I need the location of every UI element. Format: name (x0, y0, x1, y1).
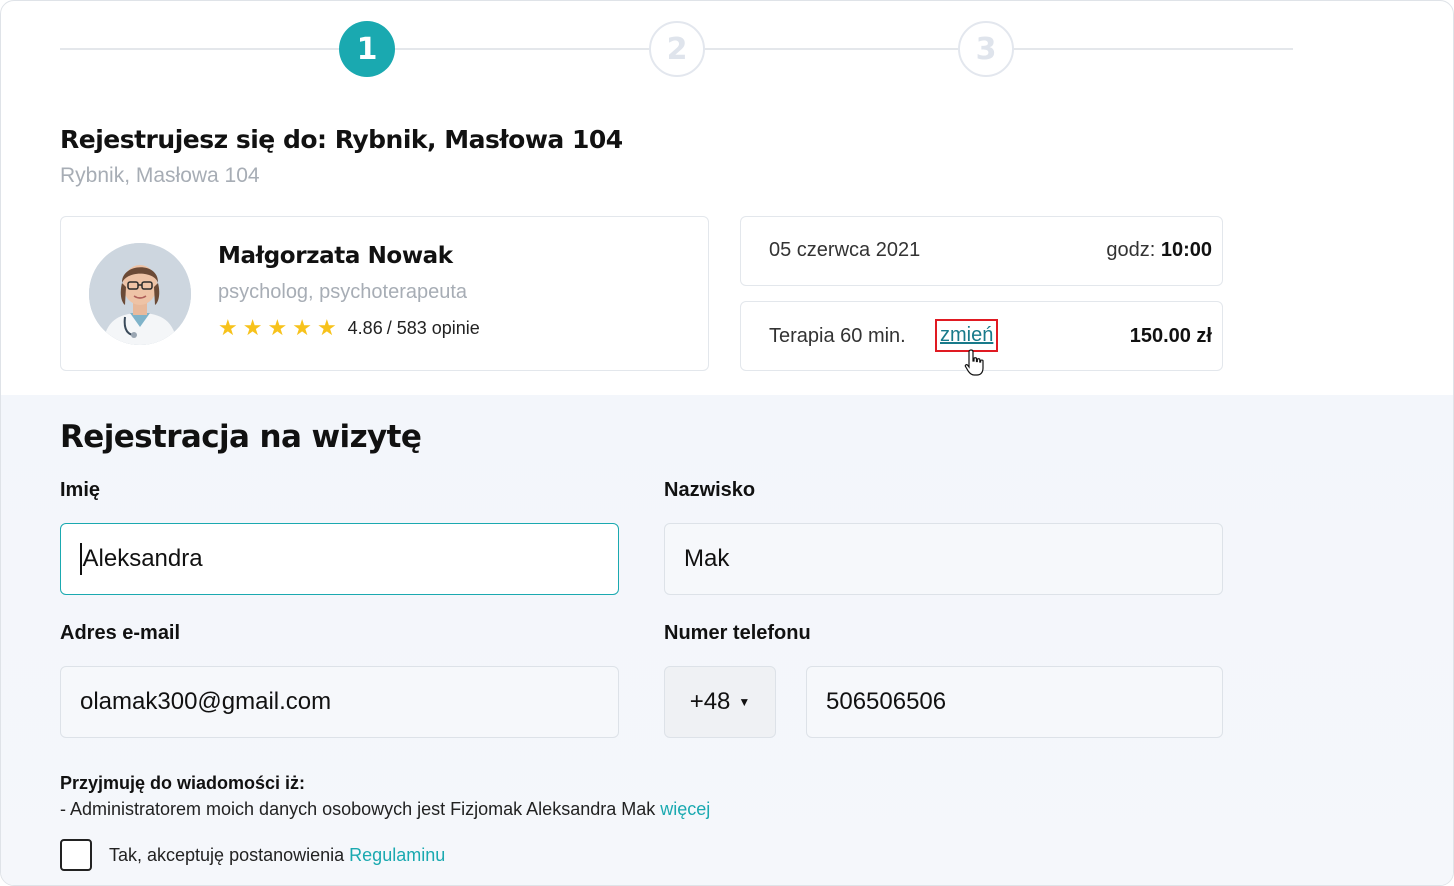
doctor-card: Małgorzata Nowak psycholog, psychoterape… (60, 216, 709, 371)
doctor-avatar (89, 243, 191, 345)
phone-input[interactable]: 506506506 (806, 666, 1223, 738)
star-icon: ★ (242, 315, 263, 340)
registration-form-section: Rejestracja na wizytę Imię Aleksandra Na… (1, 395, 1453, 885)
text-caret (80, 543, 82, 575)
last-name-input[interactable]: Mak (664, 523, 1223, 595)
time-value: 10:00 (1160, 239, 1212, 261)
first-name-input[interactable]: Aleksandra (60, 523, 619, 595)
step-1: 1 (339, 21, 395, 77)
terms-checkbox[interactable] (60, 839, 92, 871)
progress-stepper: 1 2 3 (60, 21, 1293, 77)
more-link[interactable]: więcej (660, 799, 710, 819)
phone-prefix-select[interactable]: +48 ▼ (664, 666, 776, 738)
reviews-count: / 583 opinie (386, 317, 480, 338)
star-icon: ★ (316, 315, 337, 340)
first-name-label: Imię (60, 479, 101, 501)
page-subtitle: Rybnik, Masłowa 104 (60, 164, 260, 187)
form-title: Rejestracja na wizytę (60, 419, 422, 455)
email-value: olamak300@gmail.com (80, 688, 332, 715)
email-input[interactable]: olamak300@gmail.com (60, 666, 619, 738)
email-label: Adres e-mail (60, 622, 181, 644)
last-name-value: Mak (684, 545, 730, 572)
doctor-avatar-illustration (89, 243, 191, 345)
appointment-time: godz: 10:00 (1106, 239, 1212, 262)
page-title: Rejestrujesz się do: Rybnik, Masłowa 104 (60, 125, 623, 154)
star-icon: ★ (218, 315, 238, 340)
consent-text: - Administratorem moich danych osobowych… (60, 799, 656, 819)
therapy-name: Terapia 60 min. (769, 325, 906, 347)
star-icon: ★ (267, 315, 288, 340)
first-name-value: Aleksandra (82, 545, 203, 572)
terms-label: Tak, akceptuję postanowienia Regulaminu (109, 845, 445, 866)
appointment-date-card: 05 czerwca 2021 godz: 10:00 (740, 216, 1223, 286)
time-label: godz: (1106, 239, 1156, 261)
phone-prefix-value: +48 (689, 688, 731, 715)
consent-heading: Przyjmuję do wiadomości iż: (60, 773, 306, 793)
phone-label: Numer telefonu (664, 622, 811, 644)
star-icon: ★ (292, 315, 312, 340)
rating-value: 4.86 (347, 317, 383, 338)
last-name-label: Nazwisko (664, 479, 756, 501)
hand-pointer-cursor-icon (964, 349, 984, 376)
chevron-down-icon: ▼ (738, 695, 751, 709)
step-3: 3 (958, 21, 1014, 77)
registration-window: 1 2 3 Rejestrujesz się do: Rybnik, Masło… (0, 0, 1454, 886)
appointment-date: 05 czerwca 2021 (769, 239, 921, 261)
doctor-rating: ★ ★ ★ ★ ★ 4.86 / 583 opinie (218, 317, 480, 339)
doctor-role: psycholog, psychoterapeuta (218, 281, 468, 303)
consent-notice: - Administratorem moich danych osobowych… (60, 799, 710, 820)
doctor-name: Małgorzata Nowak (218, 243, 453, 269)
therapy-price: 150.00 zł (1129, 325, 1212, 347)
step-2: 2 (649, 21, 705, 77)
terms-text: Tak, akceptuję postanowienia (109, 845, 345, 865)
terms-link[interactable]: Regulaminu (349, 845, 445, 865)
phone-value: 506506506 (826, 688, 947, 715)
